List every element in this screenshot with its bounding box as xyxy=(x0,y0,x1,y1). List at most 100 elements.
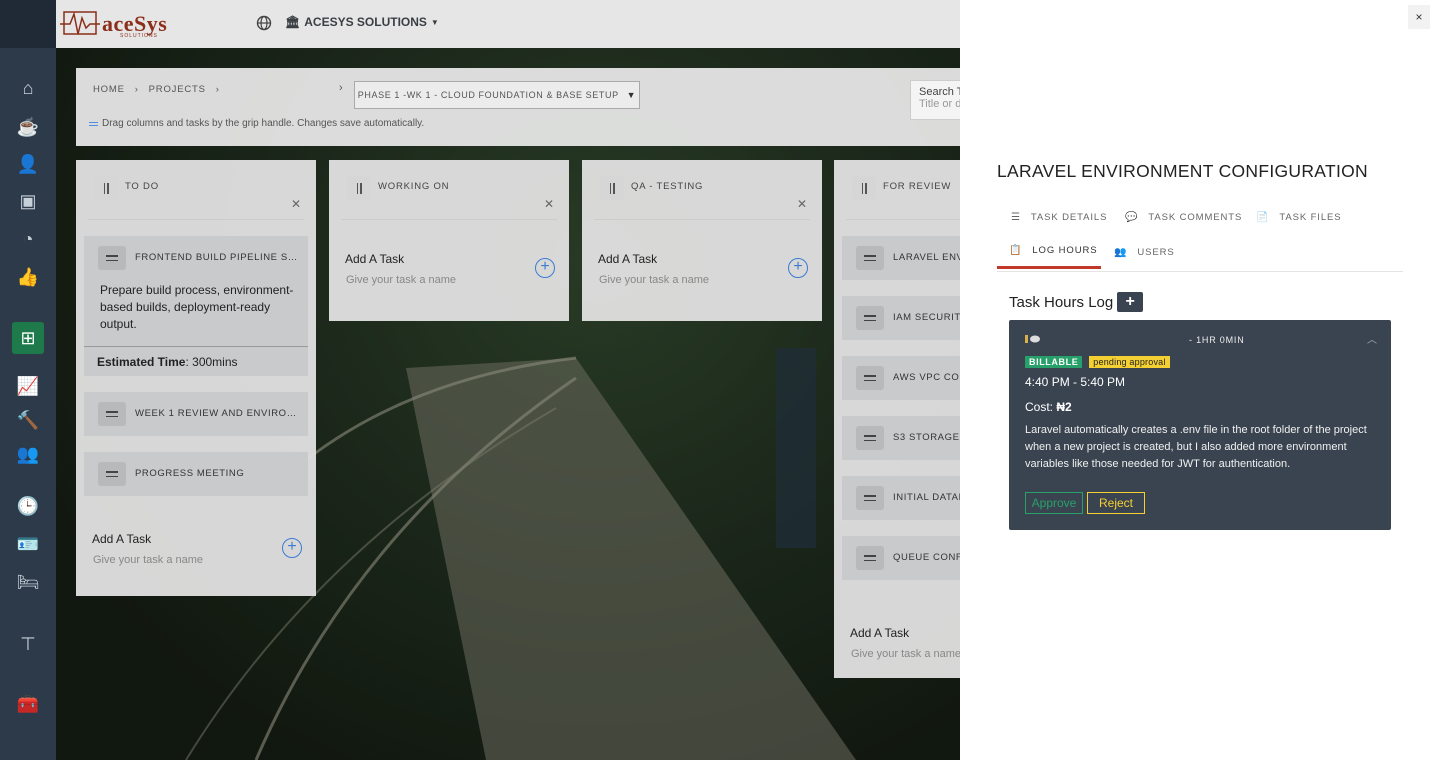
hammer-icon[interactable]: 🔨 xyxy=(14,406,42,434)
column-grip-handle[interactable] xyxy=(347,176,371,200)
grip-icon xyxy=(89,121,98,126)
logo[interactable]: aceSys SOLUTIONS xyxy=(60,6,167,42)
avatar xyxy=(1025,335,1040,343)
chevron-up-icon[interactable]: ︿ xyxy=(1367,331,1377,346)
task-card[interactable]: LARAVEL ENVI xyxy=(842,236,960,280)
line-chart-icon[interactable]: 📈 xyxy=(14,372,42,400)
thumbs-up-icon[interactable]: 👍 xyxy=(14,263,42,291)
board-toolbar: HOME › PROJECTS › › PHASE 1 -WK 1 - CLOU… xyxy=(76,68,960,146)
id-card-icon[interactable]: 🪪 xyxy=(14,530,42,558)
tab-task-files[interactable]: 📄 TASK FILES xyxy=(1256,200,1342,234)
column-grip-handle[interactable] xyxy=(94,176,118,200)
add-task-input[interactable]: Add A Task Give your task a name + xyxy=(594,236,810,296)
board-icon[interactable]: ▣ xyxy=(14,187,42,215)
task-hours-log-heading: Task Hours Log + xyxy=(1009,292,1144,312)
add-task-input[interactable]: Add A Task Give your task a name + xyxy=(88,516,304,576)
task-name: FRONTEND BUILD PIPELINE SET... xyxy=(135,252,303,263)
drag-note: Drag columns and tasks by the grip handl… xyxy=(89,118,424,129)
close-panel-button[interactable]: × xyxy=(1408,5,1430,29)
task-card[interactable]: FRONTEND BUILD PIPELINE SET... Prepare b… xyxy=(84,236,308,376)
bed-icon[interactable]: 🛏 xyxy=(14,568,42,596)
logo-subtext: SOLUTIONS xyxy=(120,33,158,39)
add-task-label: Add A Task xyxy=(345,252,405,266)
estimated-time-value: : 300mins xyxy=(185,355,238,369)
list-icon: ☰ xyxy=(1011,211,1021,223)
task-grip-handle[interactable] xyxy=(98,246,126,270)
add-task-label: Add A Task xyxy=(850,626,910,640)
organization-dropdown[interactable]: 🏛 ACESYS SOLUTIONS ▼ xyxy=(285,15,439,29)
column-qa-testing: QA - TESTING ✕ Add A Task Give your task… xyxy=(582,160,822,321)
task-grip-handle[interactable] xyxy=(856,306,884,330)
panel-tabs: ☰ TASK DETAILS 💬 TASK COMMENTS 📄 TASK FI… xyxy=(997,200,1403,272)
task-card[interactable]: IAM SECURITY xyxy=(842,296,960,340)
task-grip-handle[interactable] xyxy=(98,402,126,426)
add-task-plus-icon[interactable]: + xyxy=(788,258,808,278)
phase-select[interactable]: PHASE 1 -WK 1 - CLOUD FOUNDATION & BASE … xyxy=(354,81,640,109)
column-to-do: TO DO ✕ FRONTEND BUILD PIPELINE SET... P… xyxy=(76,160,316,596)
pie-chart-icon[interactable]: ◔ xyxy=(14,225,42,253)
add-task-plus-icon[interactable]: + xyxy=(535,258,555,278)
column-grip-handle[interactable] xyxy=(852,176,876,200)
organization-name: ACESYS SOLUTIONS xyxy=(304,15,427,29)
task-grip-handle[interactable] xyxy=(856,486,884,510)
task-card[interactable]: INITIAL DATAB xyxy=(842,476,960,520)
clock-icon[interactable]: 🕒 xyxy=(14,492,42,520)
reject-button[interactable]: Reject xyxy=(1087,492,1145,514)
chevron-right-icon: › xyxy=(134,84,139,95)
task-card[interactable]: S3 STORAGE C xyxy=(842,416,960,460)
clipboard-icon: 📋 xyxy=(1009,245,1023,256)
log-description: Laravel automatically creates a .env fil… xyxy=(1025,424,1367,470)
add-log-button[interactable]: + xyxy=(1117,292,1144,312)
task-card[interactable]: WEEK 1 REVIEW AND ENVIRON... xyxy=(84,392,308,436)
task-grip-handle[interactable] xyxy=(98,462,126,486)
task-card[interactable]: QUEUE CONFI xyxy=(842,536,960,580)
tab-label: TASK DETAILS xyxy=(1030,211,1108,223)
sidebar: ⌂ ☕ 👤 ▣ ◔ 👍 ⊞ 📈 🔨 👥 🕒 🪪 🛏 ⊤ 🧰 xyxy=(0,0,56,760)
close-icon[interactable]: ✕ xyxy=(544,197,554,211)
toolbox-icon[interactable]: 🧰 xyxy=(14,690,42,718)
search-input[interactable]: Search T Title or d xyxy=(910,80,960,120)
bank-icon: 🏛 xyxy=(285,15,301,29)
column-grip-handle[interactable] xyxy=(600,176,624,200)
task-grip-handle[interactable] xyxy=(856,426,884,450)
logo-mark-icon xyxy=(60,11,100,35)
column-working-on: WORKING ON ✕ Add A Task Give your task a… xyxy=(329,160,569,321)
sitemap-icon[interactable]: ⊤ xyxy=(14,630,42,658)
add-task-placeholder: Give your task a name xyxy=(346,274,457,286)
column-title: QA - TESTING xyxy=(631,181,704,192)
tab-users[interactable]: 👥 USERS xyxy=(1114,235,1175,269)
column-title: FOR REVIEW xyxy=(883,181,952,192)
breadcrumb-projects[interactable]: PROJECTS xyxy=(149,84,206,95)
cost-value: ₦2 xyxy=(1056,400,1072,414)
breadcrumb-home[interactable]: HOME xyxy=(93,84,125,95)
tab-task-details[interactable]: ☰ TASK DETAILS xyxy=(1011,200,1107,234)
log-entry-card: - 1HR 0MIN ︿ BILLABLE pending approval 4… xyxy=(1009,320,1391,530)
task-card[interactable]: PROGRESS MEETING xyxy=(84,452,308,496)
project-tree-icon[interactable]: ⊞ xyxy=(12,322,44,354)
tab-task-comments[interactable]: 💬 TASK COMMENTS xyxy=(1125,200,1242,234)
user-lock-icon[interactable]: 👤 xyxy=(14,150,42,178)
column-header: FOR REVIEW xyxy=(846,160,960,220)
globe-icon[interactable] xyxy=(256,15,272,31)
task-grip-handle[interactable] xyxy=(856,246,884,270)
users-icon[interactable]: 👥 xyxy=(14,440,42,468)
task-card[interactable]: AWS VPC CON xyxy=(842,356,960,400)
approve-button[interactable]: Approve xyxy=(1025,492,1083,514)
chevron-right-icon: › xyxy=(339,82,343,94)
tab-label: USERS xyxy=(1137,246,1175,258)
task-grip-handle[interactable] xyxy=(856,546,884,570)
home-icon[interactable]: ⌂ xyxy=(14,74,42,102)
tab-log-hours[interactable]: 📋 LOG HOURS xyxy=(997,235,1101,269)
add-task-input[interactable]: Add A Task Give your task a name xyxy=(846,610,960,670)
close-icon[interactable]: ✕ xyxy=(291,197,301,211)
add-task-input[interactable]: Add A Task Give your task a name + xyxy=(341,236,557,296)
log-badges: BILLABLE pending approval xyxy=(1025,356,1170,368)
coffee-icon[interactable]: ☕ xyxy=(14,113,42,141)
search-label: Search T xyxy=(919,86,960,98)
task-name: S3 STORAGE C xyxy=(893,432,960,443)
column-header: WORKING ON ✕ xyxy=(341,160,557,220)
add-task-plus-icon[interactable]: + xyxy=(282,538,302,558)
task-grip-handle[interactable] xyxy=(856,366,884,390)
task-name: AWS VPC CON xyxy=(893,372,960,383)
close-icon[interactable]: ✕ xyxy=(797,197,807,211)
